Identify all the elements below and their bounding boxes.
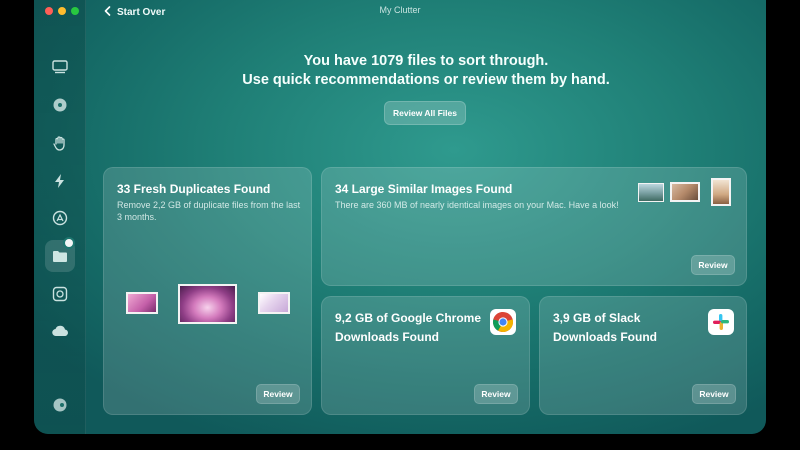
slack-downloads-title: 3,9 GB of Slack Downloads Found (553, 311, 657, 344)
similar-images-card[interactable]: 34 Large Similar Images Found There are … (321, 167, 747, 286)
duplicates-card[interactable]: 33 Fresh Duplicates Found Remove 2,2 GB … (103, 167, 312, 415)
review-all-files-button[interactable]: Review All Files (384, 101, 466, 125)
slack-downloads-review-button[interactable]: Review (692, 384, 736, 404)
slack-icon (708, 309, 734, 335)
lightning-icon[interactable] (49, 170, 71, 192)
similar-images-title: 34 Large Similar Images Found (335, 182, 513, 196)
similar-images-description: There are 360 MB of nearly identical ima… (335, 200, 619, 210)
duplicate-thumbnail-left (126, 292, 158, 314)
cloud-icon[interactable] (49, 320, 71, 342)
search-disk-icon[interactable] (49, 283, 71, 305)
app-window: My Clutter Start Over You have 1079 file… (34, 0, 766, 434)
folder-icon[interactable] (49, 245, 71, 267)
hero-heading: You have 1079 files to sort through. Use… (86, 52, 766, 90)
duplicate-thumbnail-right (258, 292, 290, 314)
duplicates-review-button[interactable]: Review (256, 384, 300, 404)
similar-image-thumbnail-3 (711, 178, 731, 206)
chevron-left-icon (104, 5, 111, 19)
slack-downloads-card[interactable]: 3,9 GB of Slack Downloads Found Review (539, 296, 747, 415)
start-over-label: Start Over (117, 6, 166, 18)
similar-image-thumbnail-1 (638, 183, 664, 202)
sidebar (34, 0, 86, 434)
hand-icon[interactable] (49, 132, 71, 154)
hero-line-2: Use quick recommendations or review them… (242, 72, 610, 88)
chrome-downloads-card[interactable]: 9,2 GB of Google Chrome Downloads Found … (321, 296, 530, 415)
duplicate-thumbnail-center (178, 284, 237, 324)
similar-image-thumbnail-2 (670, 182, 700, 202)
drive-icon[interactable] (49, 94, 71, 116)
similar-images-review-button[interactable]: Review (691, 255, 735, 275)
start-over-button[interactable]: Start Over (104, 5, 165, 19)
hero-line-1: You have 1079 files to sort through. (303, 53, 549, 69)
account-icon[interactable] (49, 394, 71, 416)
disk-icon[interactable] (49, 56, 71, 78)
chrome-downloads-review-button[interactable]: Review (474, 384, 518, 404)
app-store-icon[interactable] (49, 207, 71, 229)
duplicates-title: 33 Fresh Duplicates Found (117, 182, 271, 196)
chrome-downloads-title: 9,2 GB of Google Chrome Downloads Found (335, 311, 482, 344)
notification-dot (65, 239, 73, 247)
duplicates-description: Remove 2,2 GB of duplicate files from th… (117, 200, 301, 222)
google-chrome-icon (490, 309, 516, 335)
